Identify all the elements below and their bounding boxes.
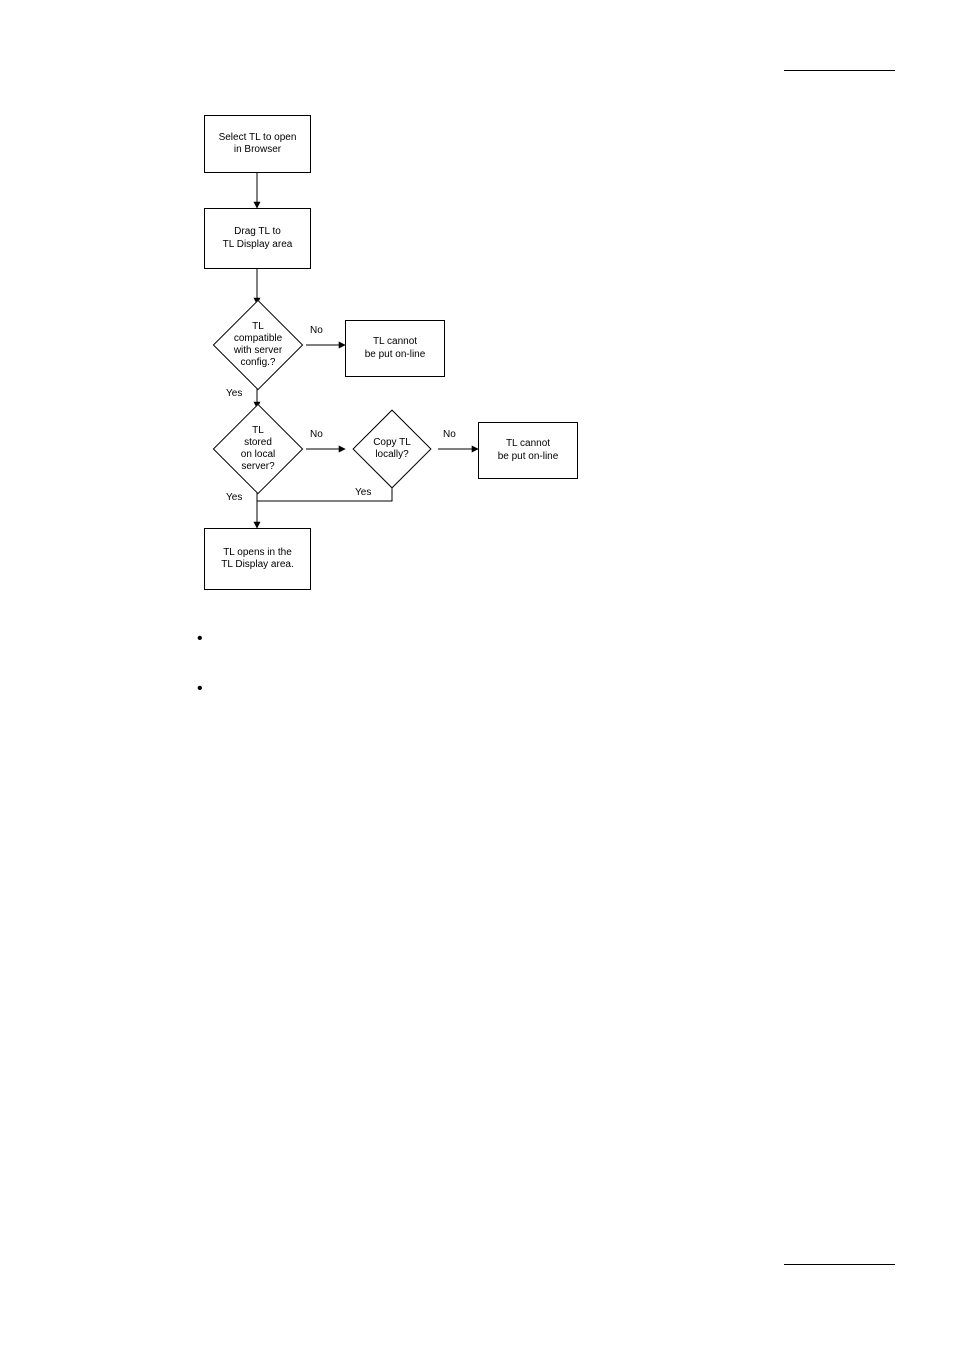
bullet-1: • bbox=[197, 631, 203, 647]
edge-label-stored-no: No bbox=[310, 429, 323, 440]
flowchart: Select TL to openin Browser Drag TL toTL… bbox=[197, 109, 605, 599]
flow-box-select: Select TL to openin Browser bbox=[204, 115, 311, 173]
header-rule bbox=[784, 70, 895, 71]
flow-box-fail1-text: TL cannotbe put on-line bbox=[365, 336, 426, 361]
flow-box-select-text: Select TL to openin Browser bbox=[219, 132, 297, 157]
flow-decision-compat: TLcompatiblewith serverconfig.? bbox=[209, 304, 307, 386]
edge-label-copy-no: No bbox=[443, 429, 456, 440]
edge-label-copy-yes: Yes bbox=[355, 487, 371, 498]
edge-label-compat-yes: Yes bbox=[226, 388, 242, 399]
flow-box-drag-text: Drag TL toTL Display area bbox=[223, 226, 293, 251]
flow-decision-stored-text: TLstoredon localserver? bbox=[241, 425, 275, 473]
bullet-2: • bbox=[197, 681, 203, 697]
footer-rule bbox=[784, 1264, 895, 1265]
flow-decision-copy-text: Copy TLlocally? bbox=[373, 437, 411, 461]
flow-decision-copy: Copy TLlocally? bbox=[345, 412, 439, 486]
flow-box-open-text: TL opens in theTL Display area. bbox=[221, 547, 293, 572]
edge-label-compat-no: No bbox=[310, 325, 323, 336]
flow-box-fail1: TL cannotbe put on-line bbox=[345, 320, 445, 377]
page: Select TL to openin Browser Drag TL toTL… bbox=[0, 0, 954, 1350]
edge-label-stored-yes: Yes bbox=[226, 492, 242, 503]
flow-box-drag: Drag TL toTL Display area bbox=[204, 208, 311, 269]
flow-box-fail2: TL cannotbe put on-line bbox=[478, 422, 578, 479]
flow-decision-compat-text: TLcompatiblewith serverconfig.? bbox=[234, 321, 282, 369]
bullet-list: • • bbox=[197, 631, 203, 731]
flow-box-fail2-text: TL cannotbe put on-line bbox=[498, 438, 559, 463]
flow-box-open: TL opens in theTL Display area. bbox=[204, 528, 311, 590]
flow-decision-stored: TLstoredon localserver? bbox=[209, 408, 307, 490]
